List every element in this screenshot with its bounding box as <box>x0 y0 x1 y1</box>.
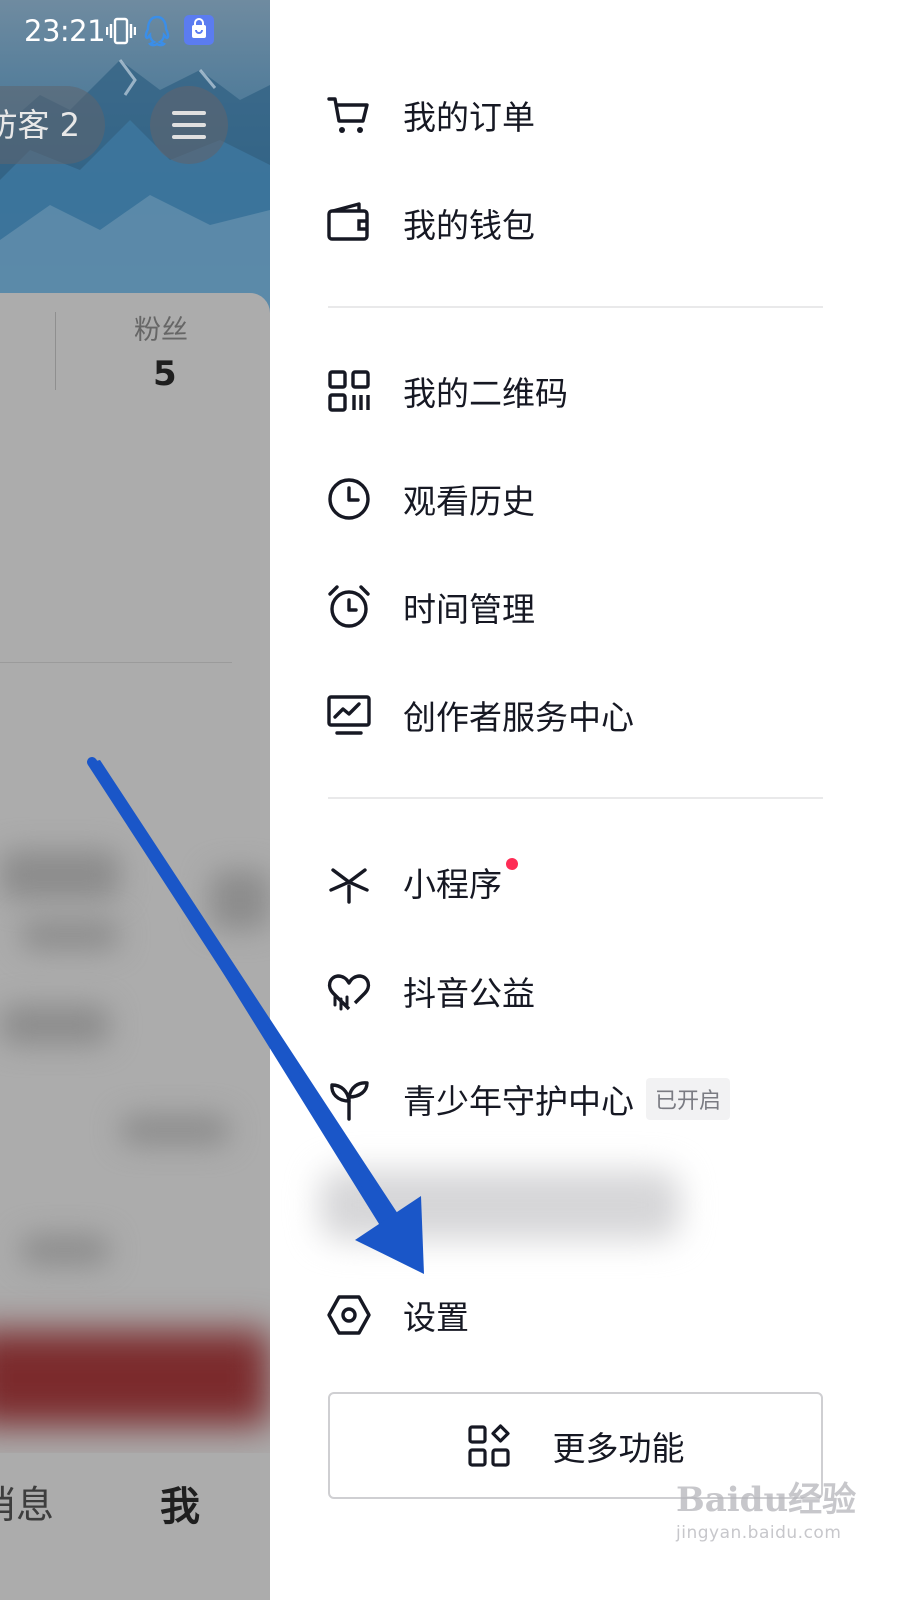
menu-item-label: 我的订单 <box>403 98 535 137</box>
tab-messages[interactable]: 消息 <box>0 1474 54 1529</box>
menu-item-label: 我的二维码 <box>403 374 568 413</box>
stat-divider <box>55 312 56 390</box>
settings-hexagon-icon <box>327 1295 371 1335</box>
watermark-url: jingyan.baidu.com <box>676 1523 842 1543</box>
clock-icon <box>328 478 370 520</box>
qr-code-icon <box>328 370 370 412</box>
menu-item-youth-protection[interactable]: 青少年守护中心 已开启 <box>325 1057 845 1141</box>
blurred-content <box>20 1235 110 1265</box>
wallet-icon <box>327 202 369 241</box>
blurred-content <box>20 920 120 950</box>
sprout-icon <box>330 1081 369 1121</box>
tab-me[interactable]: 我 <box>160 1474 200 1532</box>
menu-item-douyin-charity[interactable]: 抖音公益 <box>325 949 825 1033</box>
cart-icon <box>327 97 369 133</box>
menu-item-label: 抖音公益 <box>403 974 535 1013</box>
menu-item-label: 时间管理 <box>403 590 535 629</box>
menu-item-label: 小程序 <box>403 865 502 904</box>
menu-item-creator-center[interactable]: 创作者服务中心 <box>325 673 825 757</box>
profile-page-background: 23:21 访客 2 粉丝 5 消息 我 <box>0 0 270 1600</box>
menu-item-settings[interactable]: 设置 <box>325 1273 825 1357</box>
menu-item-label: 设置 <box>403 1298 469 1337</box>
menu-item-watch-history[interactable]: 观看历史 <box>325 457 825 541</box>
watermark-logo: Baidu经验 <box>676 1480 857 1520</box>
menu-item-label: 我的钱包 <box>403 206 535 245</box>
notification-dot <box>506 858 518 870</box>
status-bar-time: 23:21 <box>24 14 106 48</box>
menu-item-label: 青少年守护中心 <box>403 1082 634 1121</box>
blurred-content <box>0 850 120 900</box>
menu-item-label: 创作者服务中心 <box>403 698 634 737</box>
blurred-menu-item <box>320 1170 680 1240</box>
menu-item-mini-programs[interactable]: 小程序 <box>325 840 825 924</box>
side-drawer: 我的订单 我的钱包 我的二维码 观看历史 时间管理 创作者服务中心 小程序 抖音… <box>270 0 900 1600</box>
apps-grid-icon <box>467 1423 510 1467</box>
menu-divider <box>328 306 823 308</box>
visitor-count-button[interactable]: 访客 2 <box>0 86 105 164</box>
menu-item-label: 观看历史 <box>403 482 535 521</box>
store-bag-icon <box>184 15 214 45</box>
vibrate-icon <box>106 17 136 45</box>
blurred-content <box>120 1115 230 1145</box>
blurred-content <box>210 870 270 930</box>
mini-program-icon <box>329 868 369 904</box>
fans-label: 粉丝 <box>134 315 188 346</box>
qq-icon <box>144 15 170 47</box>
hamburger-menu-button[interactable] <box>150 86 228 164</box>
menu-item-my-qr-code[interactable]: 我的二维码 <box>325 349 825 433</box>
alarm-clock-icon <box>328 585 370 628</box>
menu-item-my-orders[interactable]: 我的订单 <box>325 73 825 157</box>
menu-item-time-management[interactable]: 时间管理 <box>325 565 825 649</box>
more-features-label: 更多功能 <box>552 1428 685 1468</box>
status-badge: 已开启 <box>646 1078 731 1120</box>
menu-divider <box>328 797 823 799</box>
profile-divider <box>0 662 232 663</box>
monitor-chart-icon <box>327 695 371 735</box>
menu-item-my-wallet[interactable]: 我的钱包 <box>325 181 825 265</box>
blurred-banner <box>0 1330 270 1426</box>
fans-count: 5 <box>153 354 177 394</box>
heart-rain-icon <box>327 974 371 1011</box>
baidu-watermark: Baidu经验 jingyan.baidu.com <box>676 1472 856 1543</box>
blurred-content <box>0 1005 110 1045</box>
